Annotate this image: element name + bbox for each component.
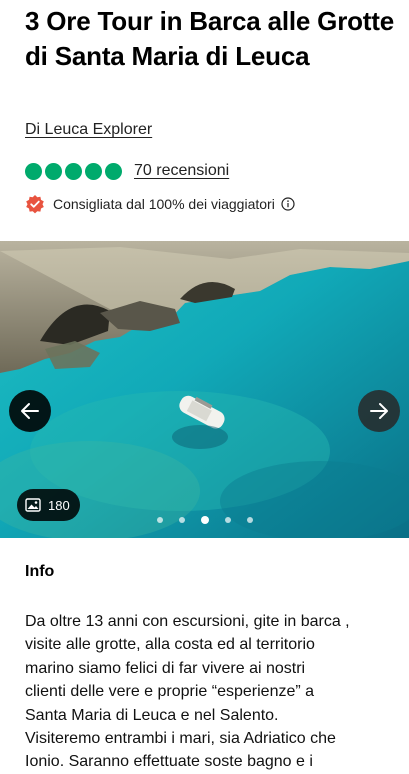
reviews-link[interactable]: 70 recensioni — [134, 162, 229, 180]
operator-link[interactable]: Di Leuca Explorer — [25, 121, 152, 139]
rating-bubble-icon — [65, 162, 82, 180]
rating-bubble-icon — [105, 162, 122, 180]
next-photo-button[interactable] — [358, 390, 400, 432]
info-icon[interactable] — [281, 197, 295, 211]
pagination-dot[interactable] — [156, 517, 163, 523]
page-title: 3 Ore Tour in Barca alle Grotte di Santa… — [25, 6, 394, 71]
pagination-dot[interactable] — [224, 517, 231, 523]
recommendation-row: Consigliata dal 100% dei viaggiatori — [25, 193, 295, 215]
previous-photo-button[interactable] — [9, 390, 51, 432]
rating-bubble-icon — [25, 162, 42, 180]
arrow-right-icon — [370, 403, 388, 419]
arrow-left-icon — [21, 403, 39, 419]
photo-count: 180 — [48, 497, 70, 513]
gallery-pagination — [0, 516, 409, 524]
image-icon — [25, 498, 41, 512]
rating-row[interactable]: 70 recensioni — [25, 160, 229, 182]
rating-bubble-icon — [85, 162, 102, 180]
recommendation-text: Consigliata dal 100% dei viaggiatori — [53, 196, 275, 212]
rating-bubble-icon — [45, 162, 62, 180]
recommended-badge-icon — [25, 194, 45, 214]
pagination-dot[interactable] — [246, 517, 253, 523]
pagination-dot[interactable] — [178, 517, 185, 523]
info-heading: Info — [25, 563, 55, 580]
photo-gallery[interactable]: 180 — [0, 241, 409, 538]
pagination-dot-active[interactable] — [200, 516, 209, 524]
info-body: Da oltre 13 anni con escursioni, gite in… — [25, 613, 350, 771]
